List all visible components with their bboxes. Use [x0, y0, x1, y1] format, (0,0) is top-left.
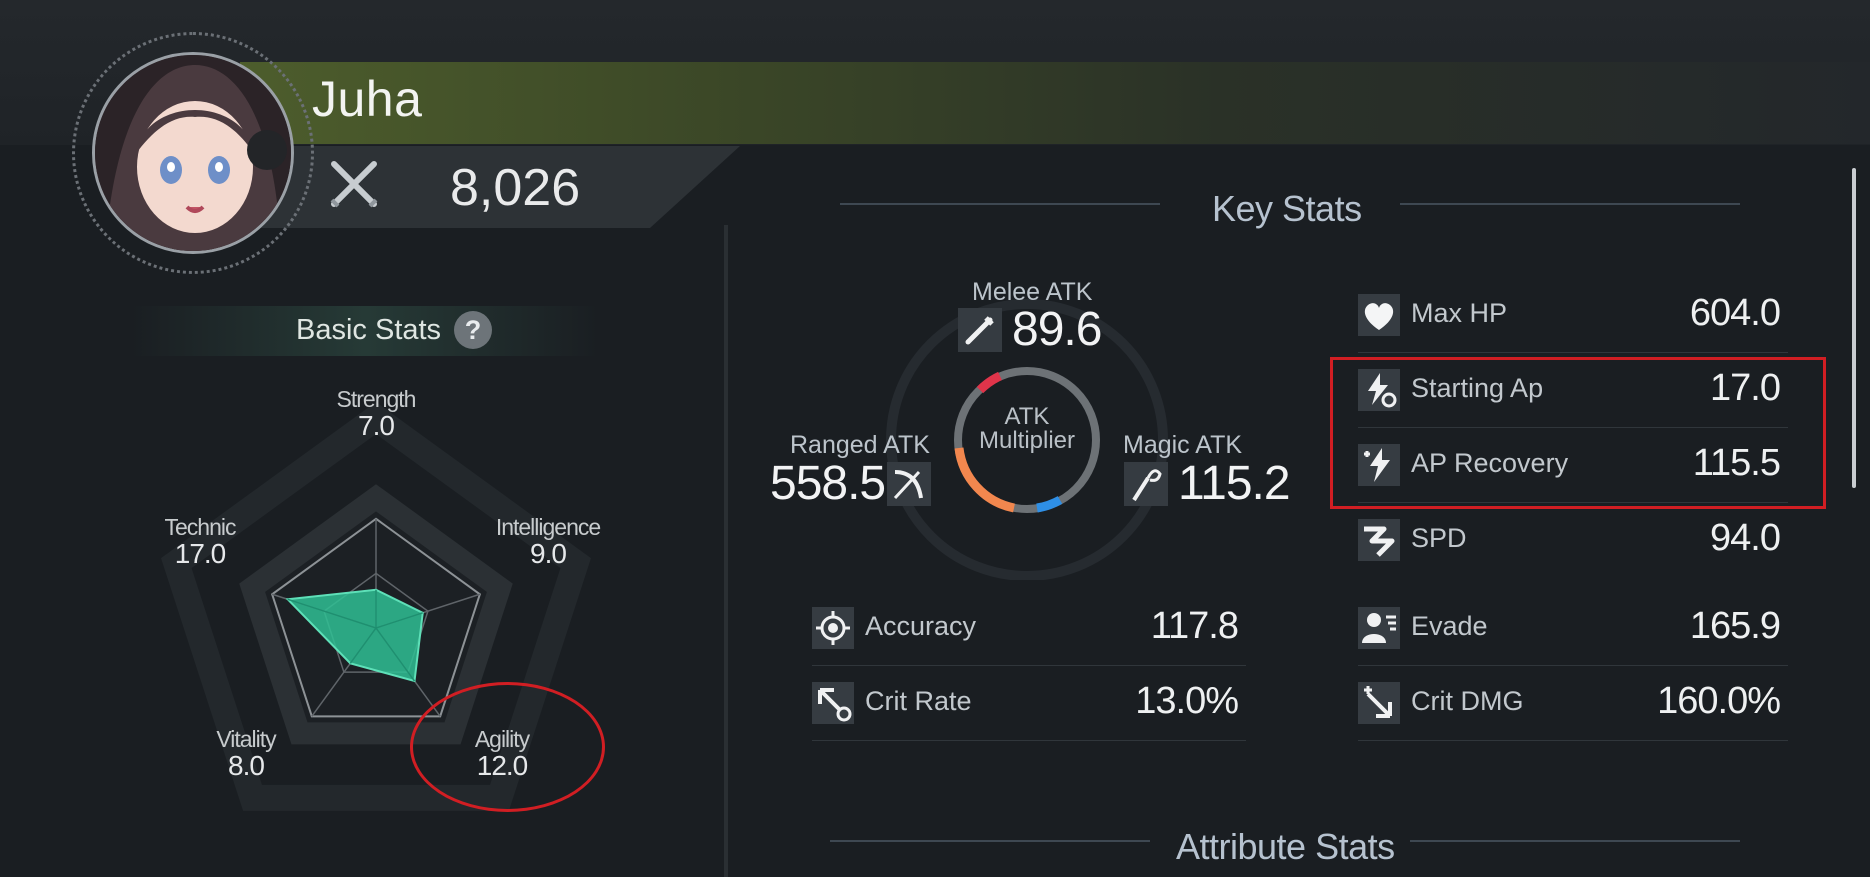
crossed-swords-icon	[328, 158, 380, 210]
key-stats-title: Key Stats	[1212, 188, 1362, 229]
melee-arc	[976, 371, 1003, 394]
stat-value: 117.8	[1150, 605, 1239, 647]
character-name: Juha	[312, 71, 423, 127]
stat-label: Max HP	[1411, 298, 1508, 328]
crit-dmg-icon	[1358, 682, 1400, 724]
stat-row-max-hp: Max HP 604.0	[1358, 278, 1788, 353]
name-banner	[240, 62, 1870, 144]
panel-divider	[724, 225, 728, 877]
stat-row-crit-rate: Crit Rate 13.0%	[812, 666, 1246, 741]
bow-icon	[887, 462, 931, 506]
atk-multiplier-label: ATK Multiplier	[962, 405, 1092, 453]
highlight-ellipse-agility	[410, 682, 605, 812]
stat-label: Crit DMG	[1411, 686, 1524, 716]
avatar[interactable]	[92, 52, 294, 254]
stat-row-evade: Evade 165.9	[1358, 591, 1788, 666]
attribute-stats-line-right	[1410, 840, 1740, 842]
highlight-box-ap-stats	[1330, 357, 1826, 509]
stat-row-crit-dmg: Crit DMG 160.0%	[1358, 666, 1788, 741]
heart-icon	[1358, 294, 1400, 336]
radar-value-strength: 7.0	[358, 410, 395, 441]
crit-rate-icon	[812, 682, 854, 724]
evade-icon	[1358, 607, 1400, 649]
ranged-atk-value: 558.5	[770, 457, 886, 510]
multiplier-line-2: Multiplier	[978, 427, 1076, 454]
speed-icon	[1358, 519, 1400, 561]
crosshair-icon	[812, 607, 854, 649]
stat-value: 165.9	[1689, 605, 1781, 647]
key-stats-line-right	[1400, 203, 1740, 205]
stat-label: Accuracy	[865, 611, 977, 641]
scrollbar[interactable]	[1852, 168, 1856, 488]
stat-label: SPD	[1411, 523, 1467, 553]
staff-icon	[1124, 462, 1168, 506]
stat-row-accuracy: Accuracy 117.8	[812, 591, 1246, 666]
stat-label: Evade	[1411, 611, 1488, 641]
attribute-stats-title: Attribute Stats	[1176, 826, 1395, 867]
radar-label-vitality: Vitality	[216, 726, 276, 752]
stat-label: Crit Rate	[865, 686, 972, 716]
ranged-arc	[954, 447, 1016, 513]
basic-stats-title: Basic Stats	[296, 314, 442, 346]
radar-value-intelligence: 9.0	[530, 538, 567, 569]
attribute-stats-line-left	[830, 840, 1150, 842]
radar-label-strength: Strength	[336, 386, 417, 412]
radar-label-intelligence: Intelligence	[495, 514, 601, 540]
stat-value: 604.0	[1689, 292, 1781, 334]
combat-power-value: 8,026	[450, 159, 581, 217]
help-icon[interactable]: ?	[454, 311, 492, 349]
stat-value: 94.0	[1710, 517, 1781, 559]
key-stats-line-left	[840, 203, 1160, 205]
stat-value: 160.0%	[1657, 680, 1781, 722]
melee-atk-value: 89.6	[1012, 303, 1102, 356]
multiplier-line-1: ATK	[1004, 403, 1050, 430]
stat-value: 13.0%	[1135, 680, 1239, 722]
radar-value-vitality: 8.0	[228, 750, 265, 781]
magic-atk-value: 115.2	[1178, 457, 1291, 510]
radar-value-technic: 17.0	[174, 538, 227, 569]
radar-label-technic: Technic	[164, 514, 237, 540]
stat-row-spd: SPD 94.0	[1358, 503, 1788, 577]
magic-arc	[1036, 495, 1063, 513]
melee-icon	[958, 308, 1002, 352]
